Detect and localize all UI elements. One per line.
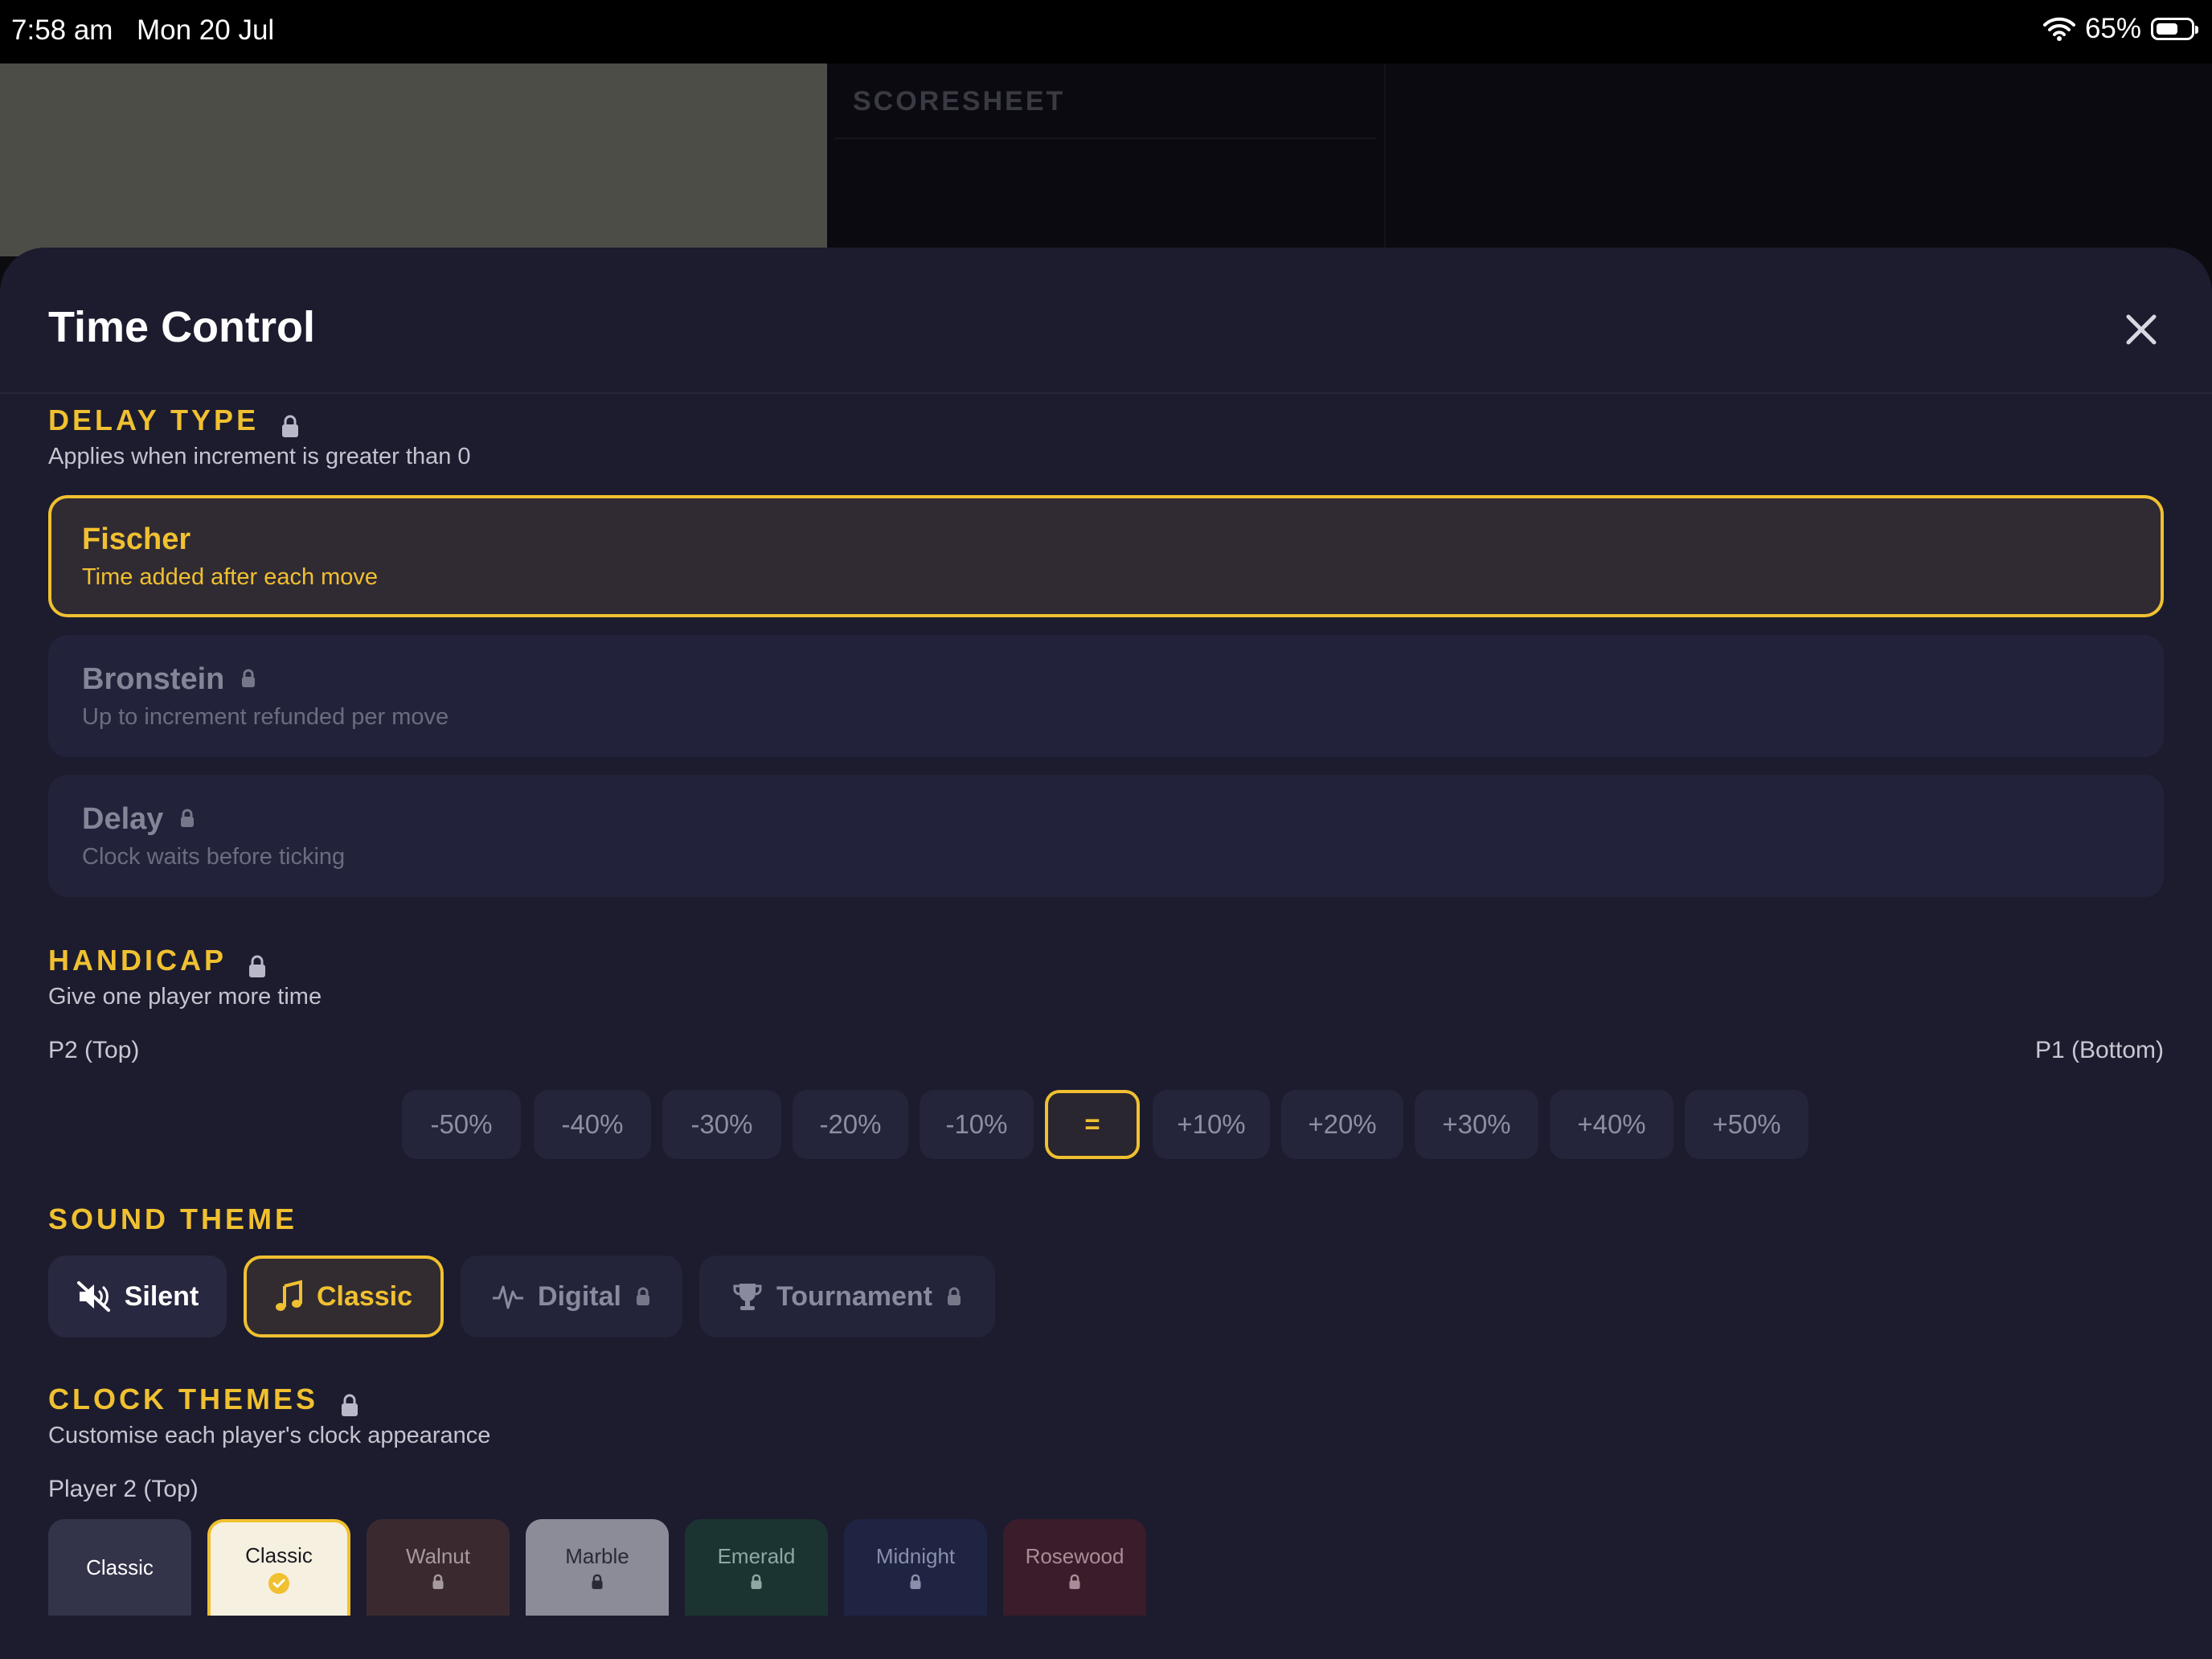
lock-icon [592,1574,603,1589]
clock-theme-emerald[interactable]: Emerald [685,1519,828,1616]
lock-icon [342,1395,358,1417]
lock-icon [751,1574,762,1589]
sound-option-label: Silent [124,1280,199,1312]
delay-type-subtitle: Applies when increment is greater than 0 [48,444,471,469]
delay-type-heading: DELAY TYPE [48,403,301,439]
board-area [0,63,827,256]
battery-percent: 65% [2084,13,2141,44]
status-right: 65% [2042,13,2198,45]
clock-theme-walnut[interactable]: Walnut [367,1519,510,1616]
lock-icon [249,956,266,978]
clock-themes-title: CLOCK THEMES [48,1382,318,1415]
sheet-title: Time Control [48,303,316,351]
clock-theme-name: Emerald [717,1544,796,1568]
trophy-icon [733,1284,762,1310]
lock-icon [910,1574,921,1589]
music-note-icon [275,1280,302,1311]
delay-option-name-wrap: Delay [82,802,196,837]
handicap-option[interactable]: -40% [534,1090,651,1159]
wifi-icon [2042,17,2075,41]
checkmark-icon [268,1573,289,1594]
clock-theme-midnight[interactable]: Midnight [844,1519,987,1616]
waveform-icon [493,1285,524,1309]
clock-theme-name: Walnut [406,1544,470,1568]
scoresheet-title: SCORESHEET [853,86,1066,117]
sound-option-label: Classic [316,1280,413,1312]
sound-theme-title: SOUND THEME [48,1202,298,1235]
delay-type-title: DELAY TYPE [48,403,260,436]
handicap-option[interactable]: -50% [402,1090,521,1159]
handicap-option-equal[interactable]: = [1045,1090,1140,1159]
lock-icon [180,809,194,827]
handicap-option[interactable]: +30% [1415,1090,1538,1159]
delay-option-description: Clock waits before ticking [82,844,346,870]
lock-icon [636,1287,649,1305]
lock-icon [432,1574,444,1589]
lock-icon [1069,1574,1080,1589]
handicap-title: HANDICAP [48,944,227,977]
clock-theme-classic-light[interactable]: Classic [207,1519,350,1616]
clock-themes-player-label: Player 2 (Top) [48,1476,199,1502]
status-bar: 7:58 am Mon 20 Jul 65% [0,0,2212,63]
delay-option-description: Up to increment refunded per move [82,704,449,730]
sheet-header: Time Control [0,248,2212,394]
handicap-option[interactable]: -20% [793,1090,908,1159]
clock-theme-name: Classic [245,1543,313,1567]
sound-option-label: Digital [538,1280,621,1312]
status-time: 7:58 am [11,14,113,46]
lock-icon [947,1287,961,1305]
sound-option-tournament[interactable]: Tournament [699,1256,995,1337]
lock-icon [241,669,255,687]
delay-option-description: Time added after each move [82,564,379,590]
handicap-option[interactable]: +40% [1550,1090,1673,1159]
status-date: Mon 20 Jul [137,14,275,46]
scoresheet-panel: SCORESHEET [827,63,1386,256]
delay-option-name: Fischer [82,522,191,556]
delay-option-name: Bronstein [82,662,225,696]
handicap-right-label: P1 (Bottom) [2034,1037,2164,1063]
clock-theme-rosewood[interactable]: Rosewood [1003,1519,1146,1616]
speaker-muted-icon [76,1281,110,1312]
delay-option-bronstein[interactable]: Bronstein Up to increment refunded per m… [48,635,2164,757]
clock-theme-marble[interactable]: Marble [526,1519,669,1616]
delay-option-name-wrap: Bronstein [82,662,257,697]
clock-themes-subtitle: Customise each player's clock appearance [48,1423,491,1448]
handicap-left-label: P2 (Top) [48,1037,140,1063]
sound-option-digital[interactable]: Digital [461,1256,682,1337]
clock-theme-classic-dark[interactable]: Classic [48,1519,191,1616]
handicap-option[interactable]: -10% [920,1090,1034,1159]
clock-theme-name: Midnight [875,1544,956,1568]
sound-option-classic[interactable]: Classic [244,1256,444,1337]
delay-option-name: Delay [82,802,164,836]
clock-theme-name: Rosewood [1025,1544,1124,1568]
clock-theme-name: Classic [86,1555,154,1579]
close-icon[interactable] [2124,312,2159,347]
handicap-option[interactable]: +50% [1685,1090,1809,1159]
delay-option-fischer[interactable]: Fischer Time added after each move [48,495,2164,617]
sound-option-label: Tournament [776,1280,932,1312]
time-control-sheet: Time Control DELAY TYPE Applies when inc… [0,248,2212,1659]
battery-fill [2157,23,2177,35]
right-panel [1386,63,2212,256]
scoresheet-divider [835,137,1376,139]
handicap-option[interactable]: -30% [662,1090,781,1159]
handicap-option[interactable]: +20% [1281,1090,1403,1159]
clock-themes-heading: CLOCK THEMES [48,1382,360,1418]
battery-icon [2151,18,2198,40]
sound-option-silent[interactable]: Silent [48,1256,227,1337]
clock-theme-name: Marble [565,1544,629,1568]
handicap-heading: HANDICAP [48,944,268,979]
handicap-option[interactable]: +10% [1153,1090,1270,1159]
delay-option-delay[interactable]: Delay Clock waits before ticking [48,775,2164,897]
handicap-subtitle: Give one player more time [48,984,322,1010]
lock-icon [282,416,299,438]
